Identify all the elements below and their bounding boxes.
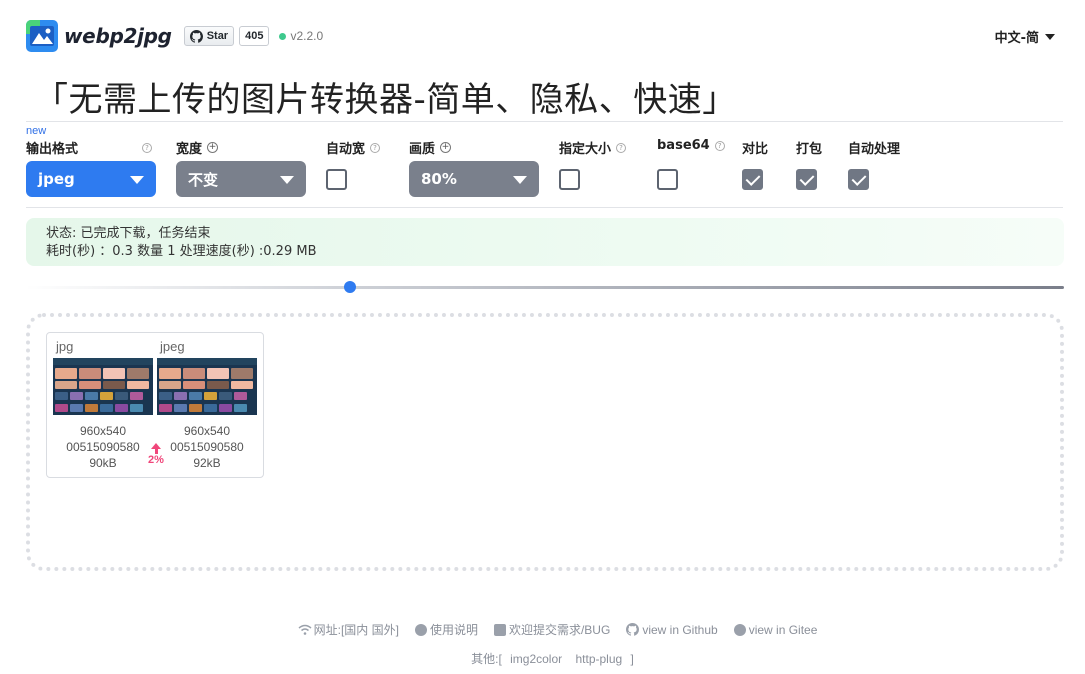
status-panel: 状态: 已完成下载，任务结束 耗时(秒) ：0.3 数量 1 处理速度(秒) :…	[26, 218, 1064, 266]
converted-format: jpeg	[160, 339, 185, 354]
gitee-link-label: view in Gitee	[748, 622, 818, 637]
help-icon[interactable]: ?	[616, 142, 627, 153]
divider	[26, 121, 1063, 122]
options-bar: new 输出格式 ? jpeg 宽度 + 不变 自动宽 ? 画质 + 80% 指…	[26, 125, 1066, 206]
language-label: 中文-简	[994, 31, 1039, 46]
feedback-link[interactable]: 欢迎提交需求/BUG	[493, 621, 611, 638]
help-icon[interactable]: ?	[370, 142, 381, 153]
dropdown-arrow-icon	[130, 176, 144, 184]
page-title: 「无需上传的图片转换器-简单、隐私、快速」	[34, 80, 737, 120]
output-format-label: 输出格式	[26, 142, 79, 157]
gitee-icon	[733, 623, 746, 636]
width-value: 不变	[188, 170, 219, 189]
auto-width-label: 自动宽	[326, 142, 366, 157]
original-thumbnail[interactable]	[53, 358, 153, 415]
base64-label: base64	[657, 138, 710, 153]
add-icon[interactable]: +	[440, 142, 452, 153]
base64-checkbox[interactable]	[657, 169, 678, 190]
add-icon[interactable]: +	[207, 142, 219, 153]
divider	[26, 207, 1063, 208]
converted-name: 00515090580	[170, 440, 244, 454]
help-icon[interactable]: ?	[142, 142, 152, 153]
target-size-checkbox[interactable]	[559, 169, 580, 190]
question-icon	[414, 623, 427, 636]
original-dimensions: 960x540	[79, 424, 127, 438]
site-link-label: 网址:[国内 国外]	[313, 623, 399, 637]
converted-size: 92kB	[193, 456, 221, 470]
logo-icon[interactable]	[26, 20, 58, 52]
output-format-value: jpeg	[38, 170, 75, 188]
output-format-select[interactable]: jpeg	[26, 161, 156, 197]
github-icon	[626, 623, 640, 636]
version-badge: v2.2.0	[279, 29, 323, 43]
wifi-icon	[298, 624, 312, 635]
github-star-label: Star	[206, 30, 229, 42]
compare-label: 对比	[742, 142, 769, 157]
auto-width-checkbox[interactable]	[326, 169, 347, 190]
http-plug-link[interactable]: http-plug	[576, 652, 623, 666]
other-links-prefix: 其他:[	[471, 652, 502, 666]
other-links-suffix: ]	[630, 652, 634, 666]
quality-label: 画质	[409, 142, 436, 157]
site-link[interactable]: 网址:[国内 国外]	[298, 621, 399, 638]
new-badge: new	[26, 125, 47, 137]
message-icon	[493, 623, 506, 636]
auto-process-checkbox[interactable]	[848, 169, 869, 190]
other-links: 其他:[ img2color http-plug ]	[0, 650, 1085, 667]
version-text: v2.2.0	[290, 29, 324, 43]
status-line: 状态: 已完成下载，任务结束	[46, 226, 211, 241]
original-size: 90kB	[89, 456, 117, 470]
original-format: jpg	[56, 339, 74, 354]
converted-meta: 960x540 00515090580 92kB	[157, 423, 257, 471]
header: webp2jpg Star 405 v2.2.0 中文-简	[26, 18, 1055, 54]
footer: 网址:[国内 国外] 使用说明 欢迎提交需求/BUG view in Githu…	[0, 621, 1085, 667]
language-selector[interactable]: 中文-简	[995, 27, 1055, 46]
result-card[interactable]: jpg 960x540 00515090580 90kB 2% jpeg 960…	[46, 332, 264, 478]
width-select[interactable]: 不变	[176, 161, 306, 197]
compare-slider-track[interactable]	[26, 286, 1064, 289]
converted-thumbnail[interactable]	[157, 358, 257, 415]
compare-checkbox[interactable]	[742, 169, 763, 190]
app-name[interactable]: webp2jpg	[64, 24, 172, 48]
github-star-count[interactable]: 405	[239, 26, 270, 46]
width-label: 宽度	[176, 142, 203, 157]
quality-value: 80%	[421, 170, 457, 188]
github-icon	[189, 29, 203, 43]
compare-slider-handle[interactable]	[344, 281, 356, 293]
pack-label: 打包	[796, 142, 823, 157]
status-dot-icon	[279, 32, 287, 40]
converted-dimensions: 960x540	[183, 424, 231, 438]
github-star-button[interactable]: Star	[183, 26, 235, 46]
help-icon[interactable]: ?	[714, 140, 725, 151]
dropdown-arrow-icon	[280, 176, 294, 184]
quality-select[interactable]: 80%	[409, 161, 539, 197]
original-meta: 960x540 00515090580 90kB	[53, 423, 153, 471]
feedback-link-label: 欢迎提交需求/BUG	[508, 623, 611, 637]
img2color-link[interactable]: img2color	[510, 652, 562, 666]
pack-checkbox[interactable]	[796, 169, 817, 190]
github-link-label: view in Github	[642, 622, 718, 637]
auto-process-label: 自动处理	[848, 142, 901, 157]
dropdown-arrow-icon	[513, 176, 527, 184]
target-size-label: 指定大小	[559, 142, 612, 157]
original-name: 00515090580	[66, 440, 140, 454]
github-link[interactable]: view in Github	[626, 621, 718, 638]
help-link[interactable]: 使用说明	[414, 621, 478, 638]
gitee-link[interactable]: view in Gitee	[733, 621, 818, 638]
stats-line: 耗时(秒) ：0.3 数量 1 处理速度(秒) :0.29 MB	[46, 244, 317, 259]
github-star-widget: Star 405	[183, 26, 270, 46]
help-link-label: 使用说明	[429, 623, 478, 637]
chevron-down-icon	[1045, 33, 1055, 40]
